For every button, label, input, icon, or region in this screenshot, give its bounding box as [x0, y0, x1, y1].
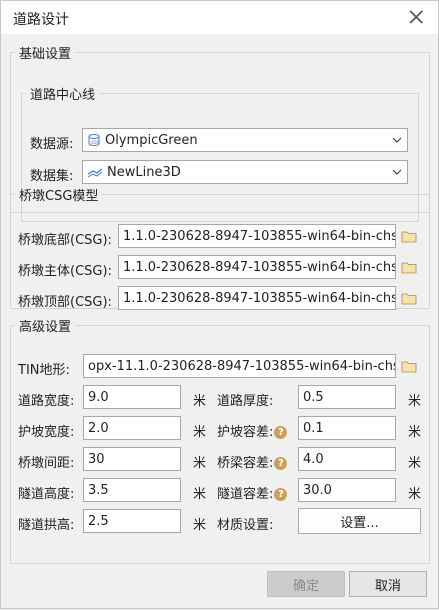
- csg-legend: 桥墩CSG模型: [19, 189, 99, 204]
- chevron-down-icon[interactable]: [387, 169, 407, 175]
- dialog-titlebar: 道路设计: [0, 0, 439, 34]
- slope-tolerance-label-wrap: 护坡容差:?: [217, 421, 288, 440]
- tunnel-tolerance-label-wrap: 隧道容差:?: [217, 483, 288, 502]
- advanced-group: 高级设置 TIN地形: opx-11.1.0-230628-8947-10385…: [10, 316, 430, 564]
- csg-body-label: 桥墩主体(CSG):: [18, 264, 112, 279]
- help-icon[interactable]: ?: [274, 488, 288, 501]
- beam-tolerance-label-wrap: 桥梁容差:?: [217, 452, 288, 471]
- chevron-down-icon[interactable]: [387, 137, 407, 143]
- line-dataset-icon: [87, 168, 103, 178]
- tin-label: TIN地形:: [18, 363, 70, 378]
- csg-bottom-field[interactable]: 1.1.0-230628-8947-103855-win64-bin-chs: [118, 224, 396, 248]
- datasource-value: OlympicGreen: [105, 132, 198, 148]
- unit-label: 米: [408, 487, 422, 502]
- slope-tolerance-field[interactable]: 0.1: [298, 416, 396, 440]
- tunnel-tolerance-label: 隧道容差:: [217, 487, 274, 502]
- unit-label: 米: [193, 394, 207, 409]
- slope-width-field[interactable]: 2.0: [83, 416, 181, 440]
- slope-width-label: 护坡宽度:: [18, 425, 75, 440]
- unit-label: 米: [408, 456, 422, 471]
- help-icon[interactable]: ?: [274, 426, 288, 439]
- cancel-button[interactable]: 取消: [349, 571, 427, 597]
- centerline-legend: 道路中心线: [30, 88, 96, 103]
- folder-icon[interactable]: [401, 229, 417, 243]
- datasource-icon: UDB: [88, 134, 100, 146]
- unit-label: 米: [193, 456, 207, 471]
- datasource-label: 数据源:: [30, 137, 74, 152]
- unit-label: 米: [408, 394, 422, 409]
- close-icon[interactable]: [406, 7, 426, 27]
- road-width-field[interactable]: 9.0: [83, 385, 181, 409]
- datasource-select[interactable]: UDB OlympicGreen: [82, 128, 408, 152]
- tunnel-height-label: 隧道高度:: [18, 487, 75, 502]
- unit-label: 米: [193, 487, 207, 502]
- dialog-body: 基础设置 道路中心线 数据源: UDB OlympicGreen 数据集: Ne…: [0, 33, 439, 609]
- advanced-legend: 高级设置: [19, 320, 72, 335]
- material-label: 材质设置:: [217, 518, 274, 533]
- svg-text:UDB: UDB: [91, 140, 100, 145]
- dataset-select[interactable]: NewLine3D: [82, 160, 408, 184]
- folder-icon[interactable]: [401, 260, 417, 274]
- folder-icon[interactable]: [401, 359, 417, 373]
- road-width-label: 道路宽度:: [18, 394, 75, 409]
- road-thickness-field[interactable]: 0.5: [298, 385, 396, 409]
- slope-tolerance-label: 护坡容差:: [217, 425, 274, 440]
- csg-body-field[interactable]: 1.1.0-230628-8947-103855-win64-bin-chs: [118, 255, 396, 279]
- dataset-value: NewLine3D: [107, 164, 181, 180]
- unit-label: 米: [408, 425, 422, 440]
- help-icon[interactable]: ?: [274, 457, 288, 470]
- road-thickness-label: 道路厚度:: [217, 394, 274, 409]
- dataset-label: 数据集:: [30, 169, 74, 184]
- csg-top-label: 桥墩顶部(CSG):: [18, 295, 112, 310]
- tunnel-height-field[interactable]: 3.5: [83, 478, 181, 502]
- unit-label: 米: [193, 425, 207, 440]
- folder-icon[interactable]: [401, 291, 417, 305]
- tunnel-tolerance-field[interactable]: 30.0: [298, 478, 396, 502]
- tunnel-arch-label: 隧道拱高:: [18, 518, 75, 533]
- beam-tolerance-field[interactable]: 4.0: [298, 447, 396, 471]
- csg-group: 桥墩CSG模型 桥墩底部(CSG): 1.1.0-230628-8947-103…: [10, 185, 430, 310]
- csg-bottom-label: 桥墩底部(CSG):: [18, 233, 112, 248]
- dialog-title: 道路设计: [13, 12, 69, 28]
- tunnel-arch-field[interactable]: 2.5: [83, 509, 181, 533]
- ok-button[interactable]: 确定: [267, 571, 345, 597]
- material-settings-button[interactable]: 设置...: [298, 508, 421, 534]
- basic-settings-legend: 基础设置: [19, 47, 72, 62]
- csg-top-field[interactable]: 1.1.0-230628-8947-103855-win64-bin-chs: [118, 286, 396, 310]
- beam-tolerance-label: 桥梁容差:: [217, 456, 274, 471]
- unit-label: 米: [193, 518, 207, 533]
- pier-spacing-field[interactable]: 30: [83, 447, 181, 471]
- tin-field[interactable]: opx-11.1.0-230628-8947-103855-win64-bin-…: [83, 354, 396, 378]
- pier-spacing-label: 桥墩间距:: [18, 456, 75, 471]
